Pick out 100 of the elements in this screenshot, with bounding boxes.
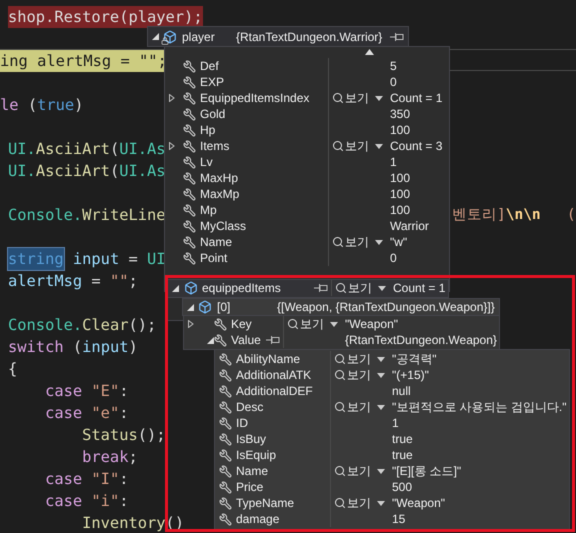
member-value: "보편적으로 사용되는 검입니다." [392, 398, 567, 416]
code-line: Console.WriteLine [8, 205, 166, 226]
expand-icon[interactable] [169, 94, 175, 102]
code-line: { [8, 359, 18, 380]
member-value: 5 [390, 59, 397, 73]
search-icon [332, 140, 344, 152]
wrench-icon [183, 188, 196, 200]
member-name: Desc [236, 400, 264, 414]
wrench-icon [219, 512, 232, 526]
wrench-icon [183, 60, 196, 72]
code-line: case "i": [44, 491, 128, 512]
code-line: UI.AsciiArt(UI.As [8, 139, 166, 160]
member-value: true [392, 448, 413, 462]
caret-icon [377, 404, 385, 410]
view-button[interactable]: 보기 [334, 462, 371, 480]
search-icon [287, 318, 299, 330]
member-value: "Weapon" [345, 317, 398, 331]
member-value: 1 [392, 416, 399, 430]
collapse-icon[interactable] [152, 33, 159, 40]
view-button[interactable]: 보기 [334, 398, 371, 416]
caret-icon [377, 372, 385, 378]
view-button[interactable]: 보기 [334, 366, 371, 384]
member-name: MyClass [200, 219, 246, 233]
wrench-icon [183, 124, 196, 136]
wrench-icon [219, 464, 232, 478]
caret-icon [378, 286, 386, 290]
code-line: Status(); [81, 425, 166, 446]
member-value: "[E][롱 소드]" [392, 462, 462, 480]
wrench-icon [183, 172, 196, 184]
wrench-icon [219, 400, 232, 414]
member-name: ID [236, 416, 248, 430]
view-button[interactable]: 보기 [335, 280, 372, 296]
member-value: Count = 3 [390, 139, 442, 153]
pin-icon[interactable] [314, 283, 328, 293]
code-line: string input = UI [8, 248, 166, 270]
code-line: break; [81, 447, 138, 468]
member-name: Gold [200, 107, 226, 121]
scroll-up-icon[interactable] [365, 49, 374, 55]
collapse-icon[interactable] [187, 304, 194, 310]
pin-icon[interactable] [266, 335, 280, 345]
wrench-icon [183, 92, 196, 104]
collapse-icon[interactable] [172, 284, 179, 292]
member-name: Name [200, 235, 232, 249]
member-name: AdditionalATK [236, 368, 312, 382]
cube-icon [198, 300, 212, 314]
expand-icon[interactable] [169, 142, 175, 150]
member-name: Items [200, 139, 230, 153]
member-value: Count = 1 [393, 281, 446, 295]
code-line: case "e": [44, 403, 128, 424]
variable-value: {RtanTextDungeon.Warrior} [236, 30, 382, 44]
member-name: Lv [200, 155, 213, 169]
member-name: EquippedItemsIndex [200, 91, 310, 105]
wrench-icon [183, 220, 196, 232]
search-icon [335, 282, 347, 294]
member-value: 1 [390, 155, 397, 169]
member-name: EXP [200, 75, 224, 89]
variable-value: {[Weapon, {RtanTextDungeon.Weapon}]} [277, 300, 495, 314]
wrench-icon [219, 448, 232, 462]
member-value: "공격력" [392, 350, 437, 368]
member-value: null [392, 384, 411, 398]
member-value: 15 [392, 512, 406, 526]
member-value: 100 [390, 171, 410, 185]
member-value: 350 [390, 107, 410, 121]
wrench-icon [219, 416, 232, 430]
view-button[interactable]: 보기 [332, 234, 369, 250]
code-line: UI.AsciiArt(UI.As [8, 161, 166, 182]
variable-name: [0] [217, 300, 232, 314]
caret-icon [330, 322, 338, 326]
caret-icon [375, 240, 383, 244]
collapse-icon[interactable] [207, 336, 214, 344]
expand-icon[interactable] [188, 320, 194, 328]
wrench-icon [214, 318, 227, 330]
wrench-icon [219, 368, 232, 382]
search-icon [332, 92, 344, 104]
wrench-icon [214, 334, 227, 346]
view-button[interactable]: 보기 [334, 350, 371, 368]
member-name: damage [236, 512, 280, 526]
member-value: "(+15)" [392, 368, 429, 382]
member-name: Value [231, 333, 261, 347]
view-button[interactable]: 보기 [332, 138, 369, 154]
member-name: AbilityName [236, 352, 300, 366]
member-name: Name [236, 464, 268, 478]
view-button[interactable]: 보기 [332, 90, 369, 106]
cube-icon [184, 281, 198, 295]
view-button[interactable]: 보기 [334, 494, 371, 512]
member-value: {RtanTextDungeon.Weapon} [345, 333, 497, 347]
member-value: 0 [390, 251, 397, 265]
member-name: Key [231, 317, 252, 331]
member-value: Warrior [390, 219, 429, 233]
pin-icon[interactable] [390, 32, 404, 42]
search-icon [334, 465, 346, 477]
member-value: true [392, 432, 413, 446]
view-button[interactable]: 보기 [287, 316, 324, 332]
member-name: Price [236, 480, 264, 494]
wrench-icon [219, 496, 232, 510]
code-line: case "I": [44, 469, 128, 490]
caret-icon [375, 96, 383, 100]
wrench-icon [183, 236, 196, 248]
member-name: Point [200, 251, 228, 265]
caret-icon [377, 356, 385, 362]
